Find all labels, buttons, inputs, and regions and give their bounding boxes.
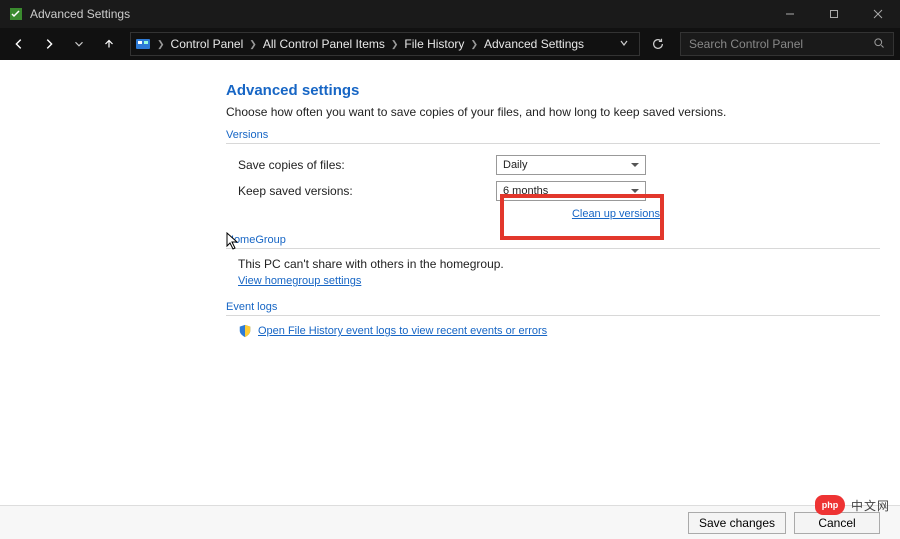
save-changes-button[interactable]: Save changes bbox=[688, 512, 786, 534]
search-placeholder: Search Control Panel bbox=[689, 37, 803, 51]
bottom-bar: Save changes Cancel bbox=[0, 505, 900, 539]
save-copies-label: Save copies of files: bbox=[226, 158, 496, 172]
section-header-versions: Versions bbox=[226, 129, 880, 144]
homegroup-settings-link[interactable]: View homegroup settings bbox=[238, 275, 361, 287]
watermark: php 中文网 bbox=[815, 495, 890, 515]
breadcrumb[interactable]: ❯ Control Panel ❯ All Control Panel Item… bbox=[130, 32, 640, 56]
keep-versions-select[interactable]: 6 months bbox=[496, 181, 646, 201]
save-copies-select[interactable]: Daily bbox=[496, 155, 646, 175]
maximize-button[interactable] bbox=[812, 0, 856, 28]
window-controls bbox=[768, 0, 900, 28]
homegroup-body: This PC can't share with others in the h… bbox=[226, 257, 880, 271]
save-copies-row: Save copies of files: Daily bbox=[226, 152, 880, 178]
cleanup-versions-link[interactable]: Clean up versions bbox=[572, 208, 660, 220]
chevron-right-icon[interactable]: ❯ bbox=[247, 39, 259, 50]
breadcrumb-item[interactable]: Control Panel bbox=[167, 37, 248, 51]
keep-versions-row: Keep saved versions: 6 months bbox=[226, 178, 880, 204]
chevron-right-icon[interactable]: ❯ bbox=[389, 39, 401, 50]
nav-bar: ❯ Control Panel ❯ All Control Panel Item… bbox=[0, 28, 900, 60]
watermark-text: 中文网 bbox=[851, 497, 890, 514]
shield-icon bbox=[238, 324, 252, 338]
chevron-down-icon[interactable] bbox=[613, 37, 635, 51]
window-title: Advanced Settings bbox=[30, 7, 130, 21]
minimize-button[interactable] bbox=[768, 0, 812, 28]
chevron-right-icon[interactable]: ❯ bbox=[155, 39, 167, 50]
open-event-logs-link[interactable]: Open File History event logs to view rec… bbox=[258, 325, 547, 337]
keep-versions-label: Keep saved versions: bbox=[226, 184, 496, 198]
refresh-button[interactable] bbox=[644, 37, 672, 51]
forward-button[interactable] bbox=[36, 31, 62, 57]
search-input[interactable]: Search Control Panel bbox=[680, 32, 894, 56]
breadcrumb-item[interactable]: All Control Panel Items bbox=[259, 37, 389, 51]
app-icon bbox=[8, 6, 24, 22]
search-icon bbox=[873, 37, 885, 52]
chevron-right-icon[interactable]: ❯ bbox=[468, 39, 480, 50]
up-button[interactable] bbox=[96, 31, 122, 57]
breadcrumb-item[interactable]: File History bbox=[400, 37, 468, 51]
page-title: Advanced settings bbox=[226, 82, 880, 99]
content-area: Advanced settings Choose how often you w… bbox=[0, 60, 900, 539]
back-button[interactable] bbox=[6, 31, 32, 57]
page-instruction: Choose how often you want to save copies… bbox=[226, 105, 880, 119]
recent-locations-button[interactable] bbox=[66, 31, 92, 57]
control-panel-icon bbox=[135, 36, 151, 52]
section-header-homegroup: HomeGroup bbox=[226, 234, 880, 249]
close-button[interactable] bbox=[856, 0, 900, 28]
watermark-logo: php bbox=[815, 495, 845, 515]
title-bar: Advanced Settings bbox=[0, 0, 900, 28]
breadcrumb-item[interactable]: Advanced Settings bbox=[480, 37, 588, 51]
section-header-eventlogs: Event logs bbox=[226, 301, 880, 316]
